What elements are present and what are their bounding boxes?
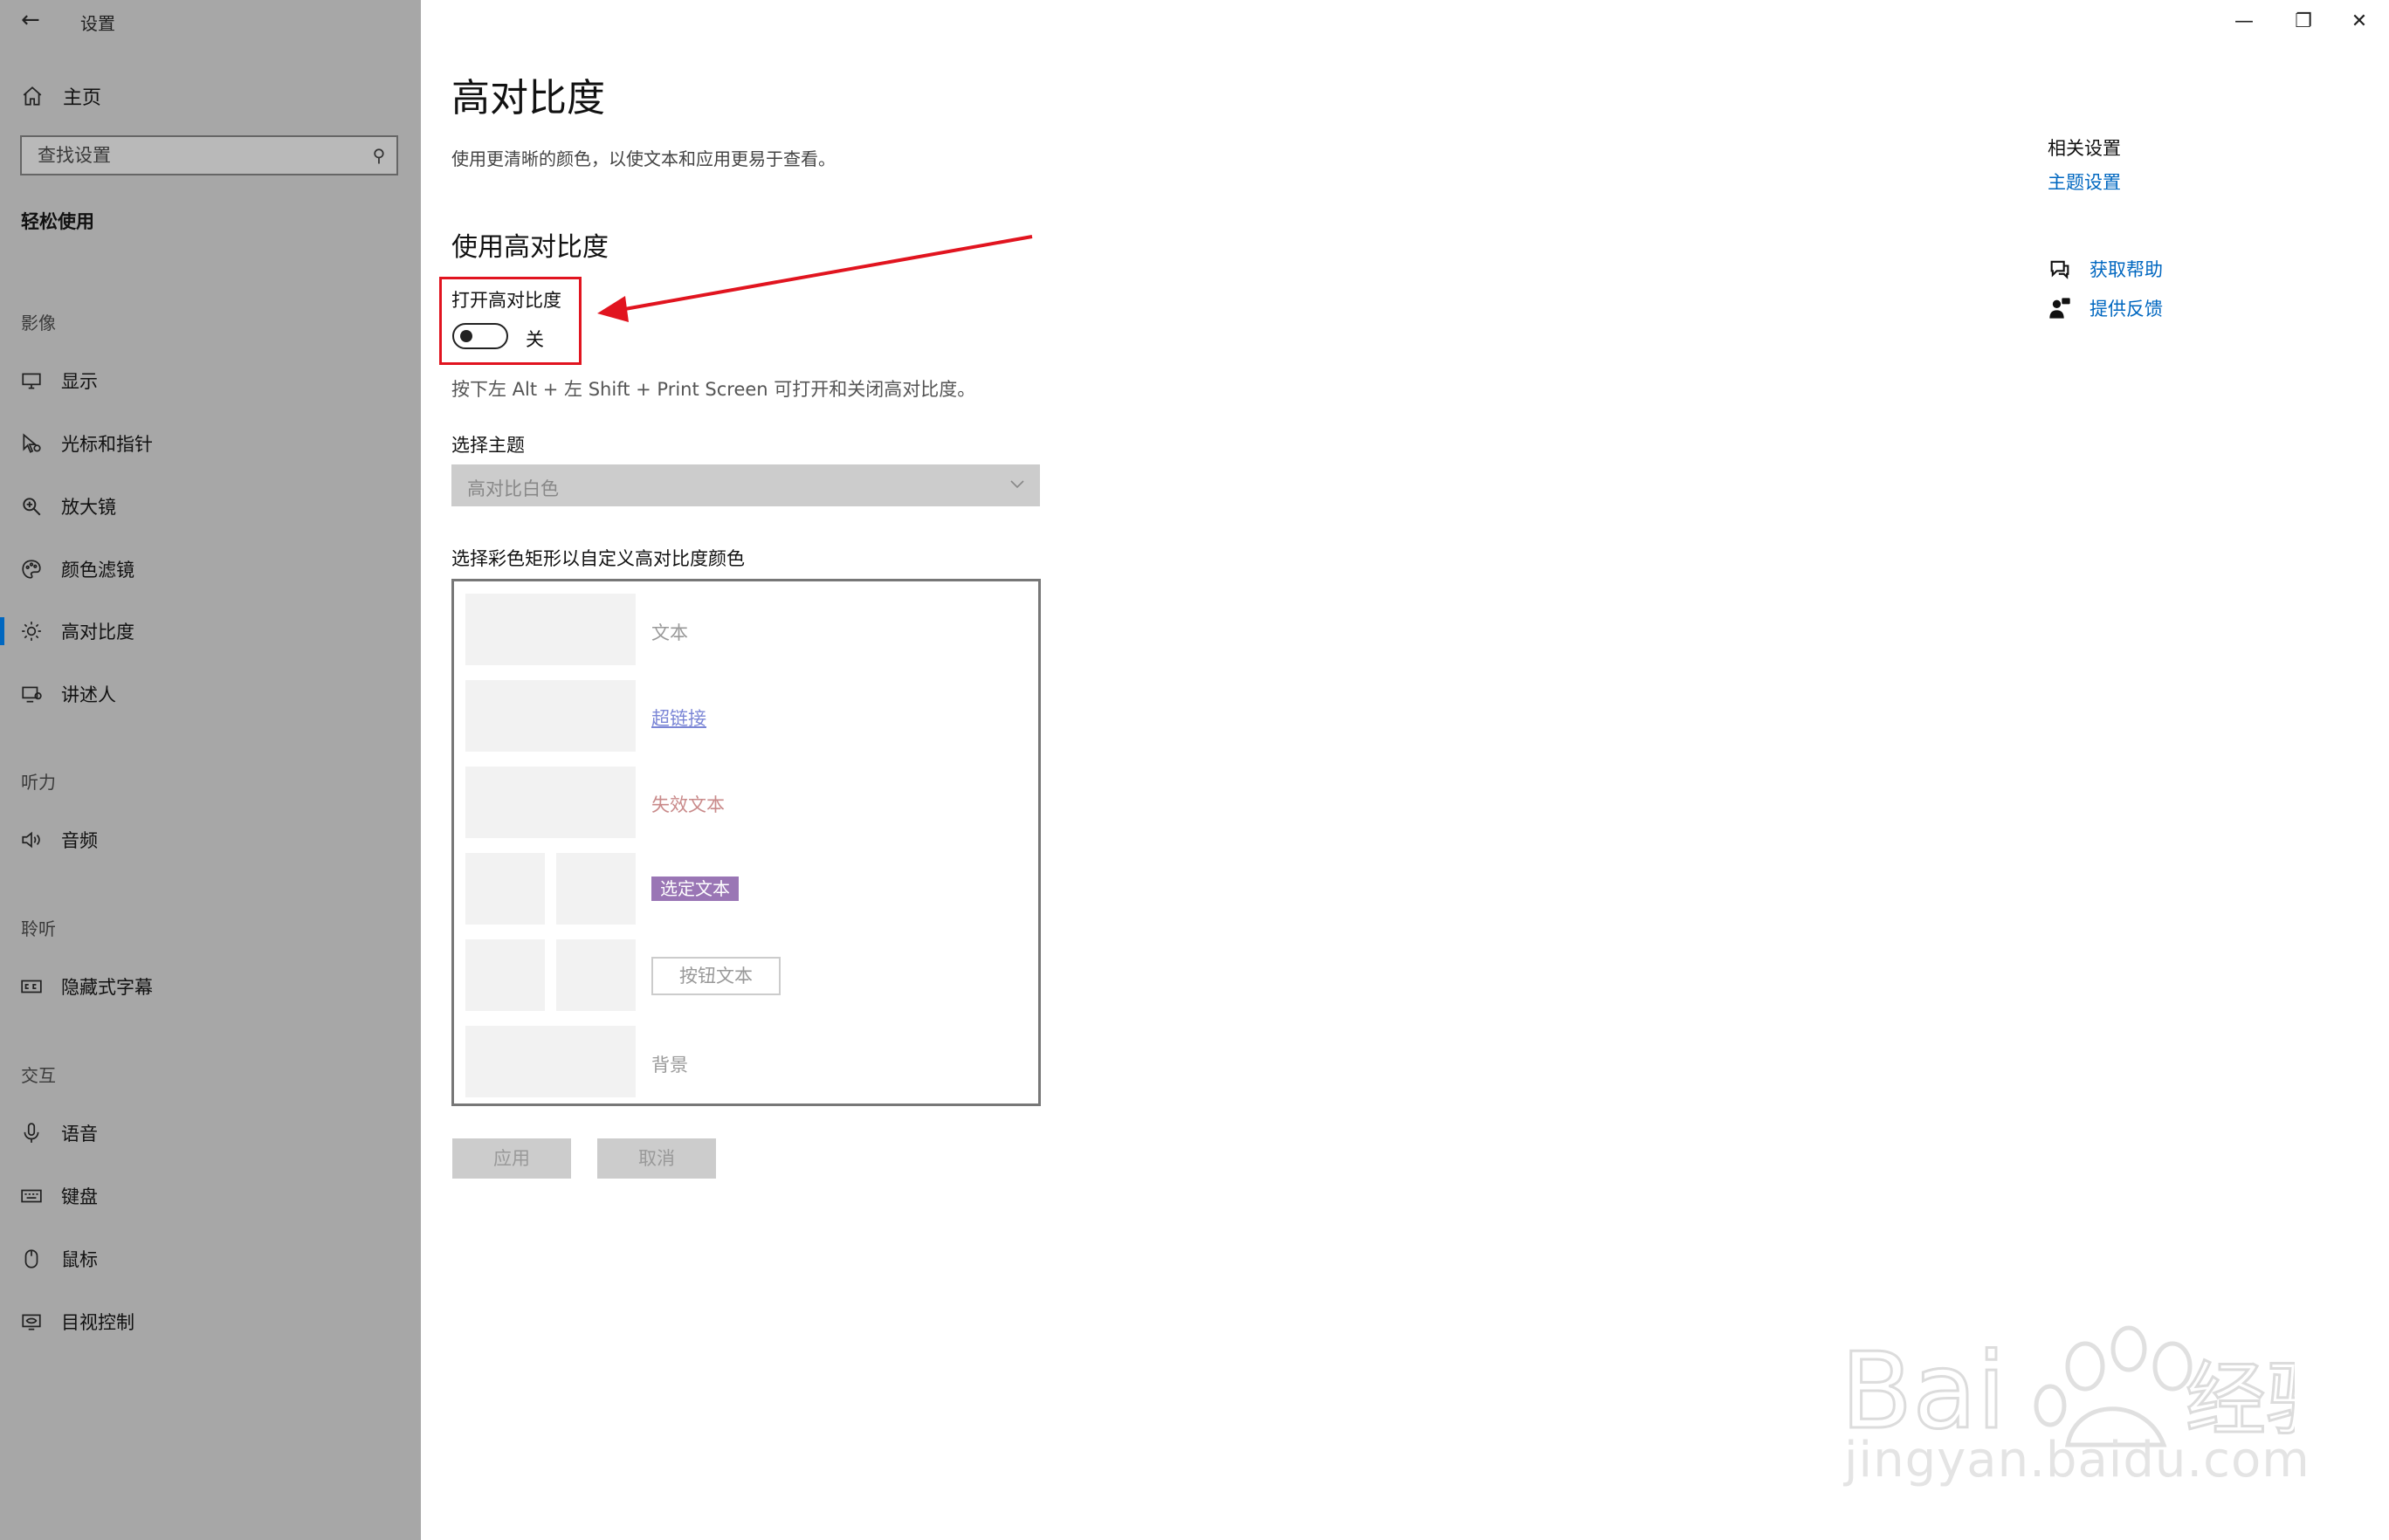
mouse-icon [19, 1247, 44, 1271]
sidebar-item-color-filters[interactable]: 颜色滤镜 [0, 550, 421, 588]
sun-contrast-icon [19, 619, 44, 643]
keyboard-icon [19, 1184, 44, 1208]
text-sample-label: 文本 [651, 622, 688, 643]
sidebar-item-speech[interactable]: 语音 [0, 1114, 421, 1152]
sidebar-item-label: 颜色滤镜 [61, 560, 134, 581]
restore-button[interactable]: ❐ [2274, 0, 2333, 42]
feedback-person-icon [2049, 298, 2070, 319]
narrator-icon [19, 682, 44, 706]
theme-settings-link[interactable]: 主题设置 [2048, 168, 2121, 195]
selected-text-fg-swatch[interactable] [465, 853, 545, 925]
chevron-down-icon [1010, 480, 1024, 489]
home-icon [23, 86, 42, 106]
background-color-swatch[interactable] [465, 1026, 636, 1097]
related-settings-title: 相关设置 [2048, 138, 2121, 159]
sidebar-item-captions[interactable]: 隐藏式字幕 [0, 967, 421, 1006]
eye-control-icon [19, 1310, 44, 1334]
help-chat-icon [2050, 260, 2069, 279]
group-hearing: 听力 [21, 772, 56, 793]
sidebar-item-label: 鼠标 [61, 1249, 98, 1270]
disabled-text-sample-label: 失效文本 [651, 794, 725, 815]
minimize-button[interactable]: — [2214, 0, 2274, 42]
microphone-icon [19, 1121, 44, 1145]
sidebar-item-audio[interactable]: 音频 [0, 821, 421, 859]
sidebar: ← 设置 主页 ⚲ 轻松使用 影像 显示 光标和指针 放大镜 颜色滤镜 [0, 0, 421, 1540]
sidebar-item-magnifier[interactable]: 放大镜 [0, 487, 421, 526]
red-arrow-annotation [597, 235, 1033, 322]
monitor-icon [19, 368, 44, 393]
high-contrast-toggle[interactable] [452, 323, 508, 349]
button-text-bg-swatch[interactable] [556, 939, 636, 1011]
sidebar-item-high-contrast[interactable]: 高对比度 [0, 612, 421, 650]
cancel-button[interactable]: 取消 [597, 1138, 716, 1179]
theme-dropdown[interactable]: 高对比白色 [451, 464, 1040, 506]
page-title: 高对比度 [451, 76, 605, 120]
cursor-pointer-icon [19, 431, 44, 456]
sidebar-item-label: 键盘 [61, 1186, 98, 1207]
back-arrow-icon[interactable]: ← [21, 9, 40, 31]
hyperlink-color-swatch[interactable] [465, 680, 636, 752]
disabled-text-color-swatch[interactable] [465, 767, 636, 838]
sidebar-item-label: 目视控制 [61, 1312, 134, 1333]
palette-icon [19, 557, 44, 581]
sidebar-item-display[interactable]: 显示 [0, 361, 421, 400]
search-input[interactable] [22, 136, 361, 175]
apply-button[interactable]: 应用 [452, 1138, 571, 1179]
sidebar-item-narrator[interactable]: 讲述人 [0, 675, 421, 713]
toggle-label: 打开高对比度 [451, 290, 561, 311]
captions-icon [19, 974, 44, 999]
sidebar-item-keyboard[interactable]: 键盘 [0, 1177, 421, 1215]
color-customization-panel: 文本 超链接 失效文本 选定文本 按钮文本 背景 [451, 579, 1041, 1106]
sidebar-item-cursor[interactable]: 光标和指针 [0, 424, 421, 463]
search-icon[interactable]: ⚲ [361, 145, 396, 166]
sidebar-item-label: 音频 [61, 830, 98, 851]
feedback-label: 提供反馈 [2090, 299, 2163, 320]
sidebar-item-label: 隐藏式字幕 [61, 977, 153, 998]
hyperlink-sample-label: 超链接 [651, 708, 706, 729]
magnifier-icon [19, 494, 44, 519]
background-sample-label: 背景 [651, 1055, 688, 1076]
sidebar-item-home[interactable]: 主页 [21, 80, 101, 112]
app-title: 设置 [80, 13, 115, 34]
selected-text-sample: 选定文本 [651, 877, 739, 901]
feedback-link[interactable]: 提供反馈 [2048, 294, 2163, 322]
button-text-sample: 按钮文本 [651, 957, 781, 995]
button-text-fg-swatch[interactable] [465, 939, 545, 1011]
close-button[interactable]: ✕ [2330, 0, 2389, 42]
theme-dropdown-value: 高对比白色 [467, 478, 559, 499]
toggle-knob [460, 330, 472, 342]
sidebar-item-label: 放大镜 [61, 497, 116, 518]
get-help-link[interactable]: 获取帮助 [2048, 255, 2163, 283]
sidebar-item-label: 语音 [61, 1124, 98, 1145]
sidebar-item-home-label: 主页 [63, 87, 102, 109]
theme-label: 选择主题 [451, 435, 525, 456]
sidebar-item-label: 讲述人 [61, 684, 116, 705]
shortcut-hint: 按下左 Alt + 左 Shift + Print Screen 可打开和关闭高… [451, 379, 976, 400]
customize-colors-label: 选择彩色矩形以自定义高对比度颜色 [451, 548, 745, 569]
speaker-icon [19, 828, 44, 852]
group-interaction: 交互 [21, 1065, 56, 1086]
search-box[interactable]: ⚲ [20, 135, 398, 175]
text-color-swatch[interactable] [465, 594, 636, 665]
sidebar-item-label: 显示 [61, 371, 98, 392]
sidebar-section-heading: 轻松使用 [21, 211, 94, 232]
watermark-url: jingyan.baidu.com [1844, 1432, 2310, 1488]
group-vision: 影像 [21, 313, 56, 333]
page-description: 使用更清晰的颜色，以使文本和应用更易于查看。 [451, 148, 836, 169]
sidebar-item-label: 光标和指针 [61, 434, 153, 455]
sidebar-item-eye-control[interactable]: 目视控制 [0, 1303, 421, 1341]
get-help-label: 获取帮助 [2090, 259, 2163, 280]
toggle-state: 关 [526, 329, 544, 350]
sidebar-item-mouse[interactable]: 鼠标 [0, 1240, 421, 1278]
selected-text-bg-swatch[interactable] [556, 853, 636, 925]
sidebar-item-label: 高对比度 [61, 622, 134, 643]
group-listening: 聆听 [21, 918, 56, 939]
